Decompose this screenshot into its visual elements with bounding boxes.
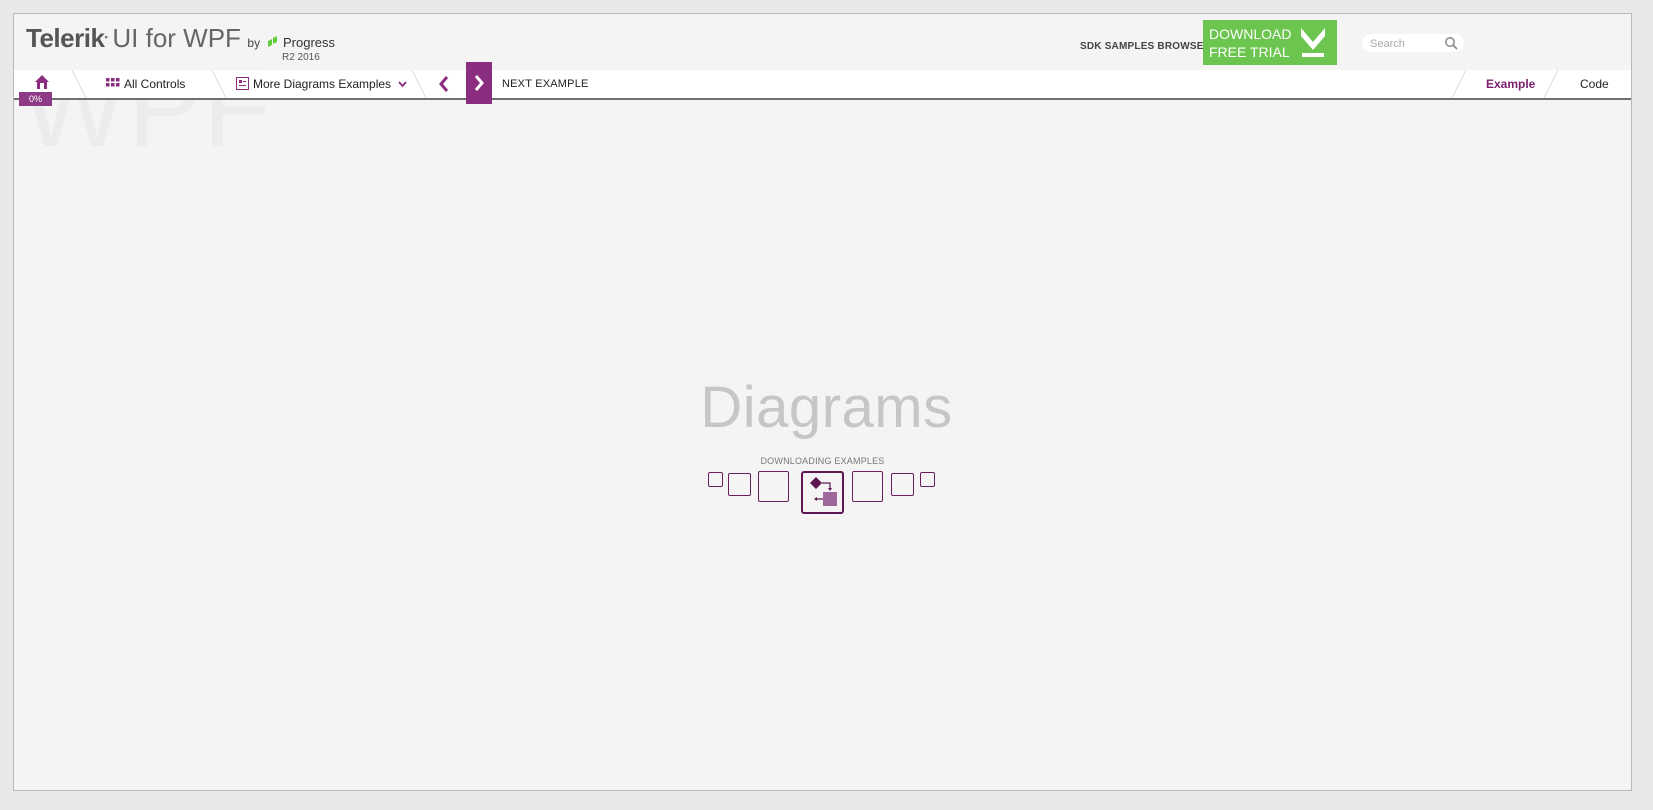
app-window: Telerik• UI for WPF by Progress R2 2016 …	[13, 13, 1632, 791]
previous-example-button[interactable]	[434, 70, 456, 98]
tab-example[interactable]: Example	[1486, 70, 1535, 98]
loader-square	[708, 472, 723, 487]
loader-square	[758, 471, 789, 502]
next-example-label[interactable]: NEXT EXAMPLE	[502, 70, 589, 98]
loading-status: DOWNLOADING EXAMPLES	[760, 456, 885, 466]
loader-square	[920, 472, 935, 487]
loader-square	[728, 473, 751, 496]
home-icon	[35, 75, 49, 89]
loading-panel: Diagrams DOWNLOADING EXAMPLES	[14, 14, 1631, 790]
more-examples-dropdown[interactable]: More Diagrams Examples	[236, 70, 411, 98]
more-examples-label: More Diagrams Examples	[253, 77, 392, 91]
progress-percentage-badge: 0%	[19, 92, 52, 106]
grid-icon	[106, 78, 120, 87]
chevron-down-icon	[398, 81, 408, 88]
diagram-shapes-icon	[810, 477, 837, 506]
chevron-left-icon	[439, 76, 449, 92]
examples-icon	[236, 77, 249, 90]
chevron-right-icon	[474, 75, 484, 91]
loader-center-square	[801, 471, 844, 514]
loader-square	[852, 471, 883, 502]
all-controls-label: All Controls	[124, 77, 186, 91]
next-example-button[interactable]	[466, 62, 492, 104]
loading-title: Diagrams	[700, 375, 953, 440]
loader-square	[891, 473, 914, 496]
tab-code[interactable]: Code	[1580, 70, 1609, 98]
all-controls-button[interactable]: All Controls	[106, 70, 185, 98]
